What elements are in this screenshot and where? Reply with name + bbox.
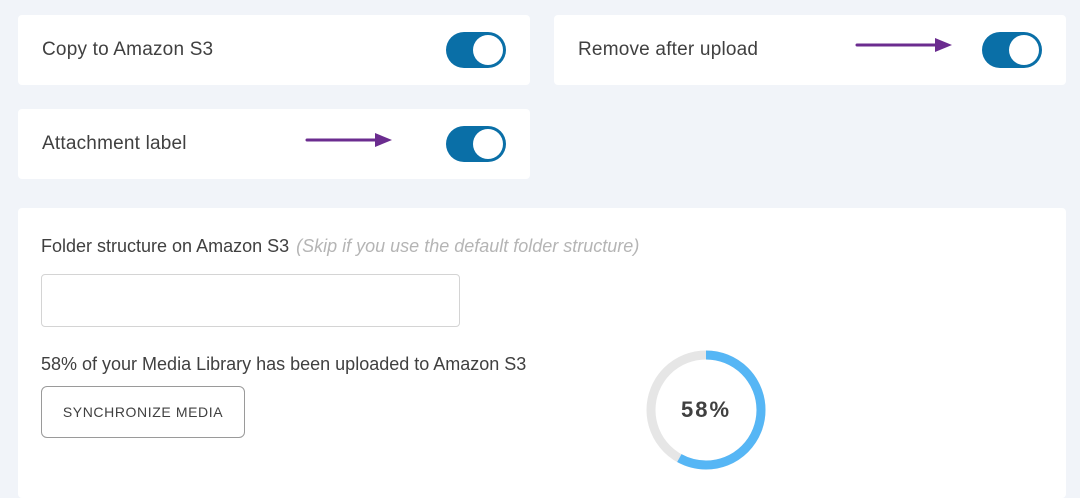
- attachment-label-label: Attachment label: [42, 133, 187, 154]
- remove-after-upload-row: Remove after upload: [554, 15, 1066, 85]
- folder-structure-hint: (Skip if you use the default folder stru…: [296, 236, 640, 256]
- copy-to-s3-label: Copy to Amazon S3: [42, 39, 214, 60]
- attachment-label-row: Attachment label: [18, 109, 530, 179]
- synchronize-media-button[interactable]: SYNCHRONIZE MEDIA: [41, 386, 245, 438]
- toggle-knob: [1009, 35, 1039, 65]
- annotation-arrow-icon: [855, 38, 952, 52]
- donut-percent-label: 58%: [680, 397, 732, 422]
- folder-structure-input[interactable]: [41, 274, 460, 327]
- toggle-knob: [473, 129, 503, 159]
- folder-structure-label: Folder structure on Amazon S3 (Skip if y…: [41, 236, 639, 257]
- copy-to-s3-row: Copy to Amazon S3: [18, 15, 530, 85]
- toggle-knob: [473, 35, 503, 65]
- remove-after-upload-toggle[interactable]: [982, 32, 1042, 68]
- s3-settings-panel: Folder structure on Amazon S3 (Skip if y…: [18, 208, 1066, 498]
- remove-after-upload-label: Remove after upload: [578, 39, 759, 60]
- annotation-arrow-icon: [305, 133, 392, 147]
- folder-structure-title: Folder structure on Amazon S3: [41, 236, 290, 256]
- copy-to-s3-toggle[interactable]: [446, 32, 506, 68]
- media-upload-status: 58% of your Media Library has been uploa…: [41, 354, 527, 374]
- attachment-label-toggle[interactable]: [446, 126, 506, 162]
